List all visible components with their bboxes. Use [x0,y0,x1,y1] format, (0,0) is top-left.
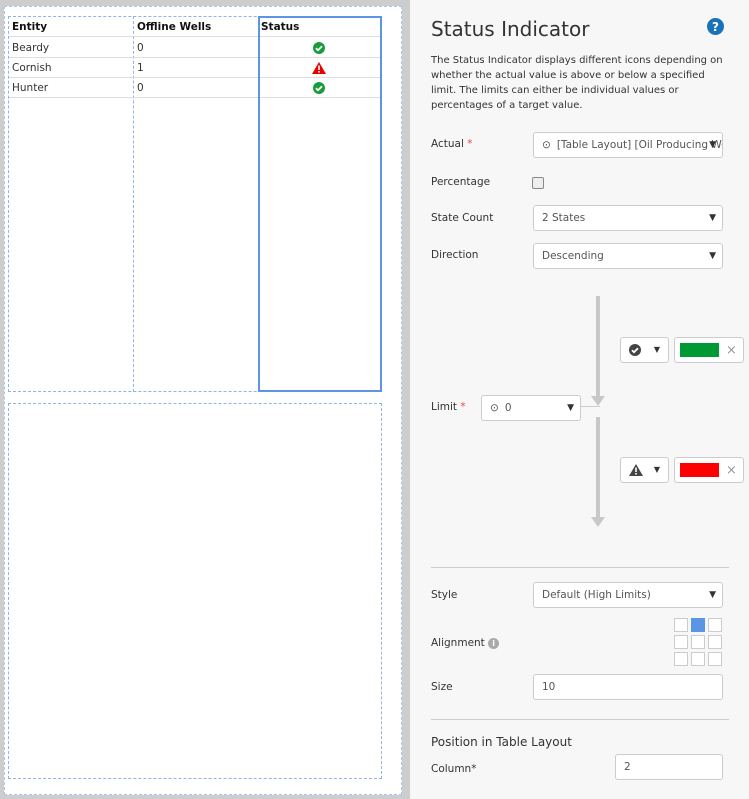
size-input[interactable]: 10 [533,674,723,700]
empty-layout-cell[interactable] [8,403,382,779]
align-top-right[interactable] [708,618,722,632]
selected-status-column[interactable] [258,16,382,392]
style-select[interactable]: Default (High Limits) ▼ [533,582,723,608]
clear-icon[interactable]: × [726,343,737,358]
divider [431,719,729,720]
align-bottom-center[interactable] [691,652,705,666]
align-middle-left[interactable] [674,635,688,649]
direction-label: Direction [431,249,479,261]
size-label: Size [431,681,453,693]
state-color-picker[interactable]: × [674,457,744,483]
header-offline-wells: Offline Wells [137,21,212,33]
color-swatch[interactable] [680,463,719,477]
svg-text:?: ? [712,20,719,34]
state-count-label: State Count [431,212,494,224]
align-bottom-right[interactable] [708,652,722,666]
panel-title: Status Indicator [431,17,590,41]
direction-arrows [591,296,605,527]
column-input[interactable]: 2 [615,754,723,780]
align-top-left[interactable] [674,618,688,632]
color-swatch[interactable] [680,343,719,357]
alignment-grid [674,618,724,668]
target-icon: ⊙ [490,402,499,414]
state-color-picker[interactable]: × [674,337,744,363]
clear-icon[interactable]: × [726,463,737,478]
align-middle-center[interactable] [691,635,705,649]
header-entity: Entity [12,21,48,33]
panel-description: The Status Indicator displays different … [431,55,723,111]
entity-cell: Cornish [12,62,52,74]
warning-icon [629,464,643,476]
state-icon-select[interactable]: ▼ [620,337,669,363]
column-label: Column* [431,763,477,775]
align-middle-right[interactable] [708,635,722,649]
percentage-label: Percentage [431,176,491,188]
info-icon[interactable]: i [488,638,500,649]
offline-cell: 0 [137,82,144,94]
alignment-label: Alignment i [431,637,500,649]
limit-label: Limit * [431,401,466,413]
actual-label: Actual * [431,138,473,150]
style-label: Style [431,589,458,601]
offline-cell: 0 [137,42,144,54]
align-bottom-left[interactable] [674,652,688,666]
limit-connector [580,406,600,407]
state-icon-select[interactable]: ▼ [620,457,669,483]
state-count-select[interactable]: 2 States ▼ [533,205,723,231]
entity-cell: Beardy [12,42,50,54]
entity-cell: Hunter [12,82,49,94]
check-circle-icon [629,344,641,356]
percentage-checkbox[interactable] [532,177,544,189]
direction-select[interactable]: Descending ▼ [533,243,723,269]
limit-select[interactable]: ⊙ 0 ▼ [481,395,581,421]
divider [431,567,729,568]
target-icon: ⊙ [542,139,551,151]
position-title: Position in Table Layout [431,735,572,749]
help-icon[interactable]: ? [707,18,724,35]
offline-cell: 1 [137,62,144,74]
actual-select[interactable]: ⊙[Table Layout] [Oil Producing Wells]▼ [533,132,723,158]
align-top-center[interactable] [691,618,705,632]
